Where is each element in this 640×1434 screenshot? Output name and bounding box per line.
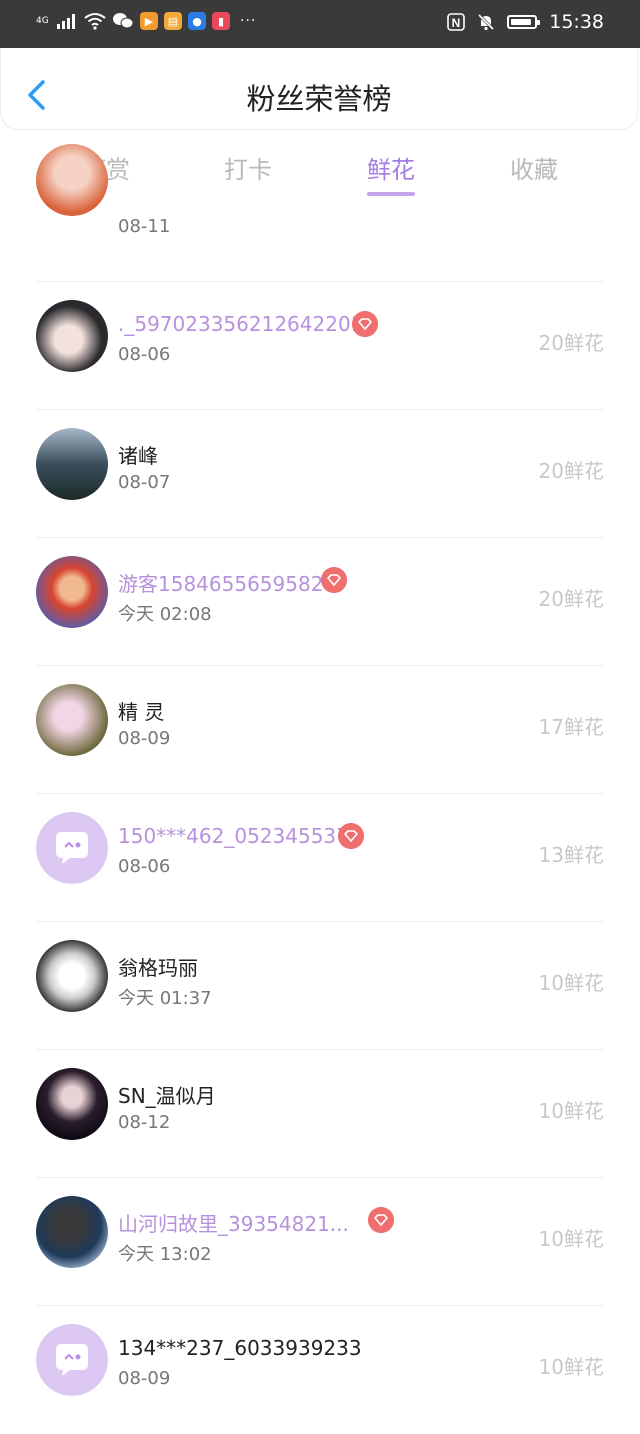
more-notifications-icon: ··· xyxy=(240,13,257,29)
vip-diamond-icon xyxy=(321,567,347,593)
item-date: 08-06 xyxy=(118,856,171,877)
item-name: 翁格玛丽 xyxy=(118,956,198,980)
signal-icon xyxy=(57,14,75,29)
page-header: 粉丝荣誉榜 xyxy=(0,48,638,130)
item-name: 游客1584655659582 xyxy=(118,572,324,596)
item-date: 08-09 xyxy=(118,1368,171,1389)
item-name: 134***237_6033939233 xyxy=(118,1336,362,1360)
item-name: 精 灵 xyxy=(118,700,165,724)
flower-count: 13鲜花 xyxy=(538,843,604,867)
item-name: ._597023356212642201 xyxy=(118,312,364,336)
list-item[interactable]: 134***237_6033939233 08-09 10鲜花 xyxy=(0,1306,640,1434)
user-avatar xyxy=(36,144,108,216)
item-date: 08-09 xyxy=(118,728,171,749)
user-avatar xyxy=(36,300,108,372)
vip-diamond-icon xyxy=(338,823,364,849)
item-name: 诸峰 xyxy=(118,444,158,468)
list-item[interactable]: 150***462_052345537 08-06 13鲜花 xyxy=(0,794,640,922)
flower-count: 10鲜花 xyxy=(538,1227,604,1251)
list-item[interactable]: 山河归故里_39354821... 今天 13:02 10鲜花 xyxy=(0,1178,640,1306)
flower-count: 20鲜花 xyxy=(538,587,604,611)
item-date: 08-06 xyxy=(118,344,171,365)
user-avatar xyxy=(36,556,108,628)
reader-app-icon: ▤ xyxy=(164,12,182,30)
list-item[interactable]: SN_温似月 08-12 10鲜花 xyxy=(0,1050,640,1178)
item-name: 150***462_052345537 xyxy=(118,824,349,848)
wifi-icon xyxy=(84,13,106,30)
item-date: 今天 01:37 xyxy=(118,988,212,1009)
item-name: 山河归故里_39354821... xyxy=(118,1212,349,1236)
list-item[interactable]: 游客1584655659582 今天 02:08 20鲜花 xyxy=(0,538,640,666)
wechat-icon xyxy=(113,13,134,29)
list-item[interactable]: 08-11 xyxy=(0,144,640,282)
flower-count: 17鲜花 xyxy=(538,715,604,739)
list-item[interactable]: 翁格玛丽 今天 01:37 10鲜花 xyxy=(0,922,640,1050)
status-bar: 4G ▶ ▤ ● ▮ ··· N 15:38 xyxy=(0,0,640,48)
user-avatar xyxy=(36,940,108,1012)
flower-count: 20鲜花 xyxy=(538,331,604,355)
list-item[interactable]: 精 灵 08-09 17鲜花 xyxy=(0,666,640,794)
nfc-icon: N xyxy=(447,13,466,31)
item-date: 08-11 xyxy=(118,216,171,237)
vip-diamond-icon xyxy=(368,1207,394,1233)
item-date: 今天 13:02 xyxy=(118,1244,212,1265)
item-date: 08-12 xyxy=(118,1112,171,1133)
default-avatar-icon xyxy=(36,812,108,884)
list-item[interactable]: 诸峰 08-07 20鲜花 xyxy=(0,410,640,538)
flower-count: 10鲜花 xyxy=(538,1355,604,1379)
network-type: 4G xyxy=(36,15,49,26)
page-title: 粉丝荣誉榜 xyxy=(246,82,392,116)
battery-icon xyxy=(507,15,541,29)
default-avatar-icon xyxy=(36,1324,108,1396)
user-avatar xyxy=(36,428,108,500)
user-avatar xyxy=(36,684,108,756)
user-avatar xyxy=(36,1068,108,1140)
item-date: 今天 02:08 xyxy=(118,604,212,625)
svg-text:N: N xyxy=(452,16,461,30)
list-item[interactable]: ._597023356212642201 08-06 20鲜花 xyxy=(0,282,640,410)
book-app-icon: ▮ xyxy=(212,12,230,30)
clock: 15:38 xyxy=(549,11,604,33)
flower-count: 10鲜花 xyxy=(538,1099,604,1123)
item-name: SN_温似月 xyxy=(118,1084,216,1108)
item-date: 08-07 xyxy=(118,472,171,493)
flower-count: 20鲜花 xyxy=(538,459,604,483)
vip-diamond-icon xyxy=(352,311,378,337)
flower-count: 10鲜花 xyxy=(538,971,604,995)
user-avatar xyxy=(36,1196,108,1268)
bulb-app-icon: ● xyxy=(188,12,206,30)
mute-icon xyxy=(478,13,495,31)
video-app-icon: ▶ xyxy=(140,12,158,30)
